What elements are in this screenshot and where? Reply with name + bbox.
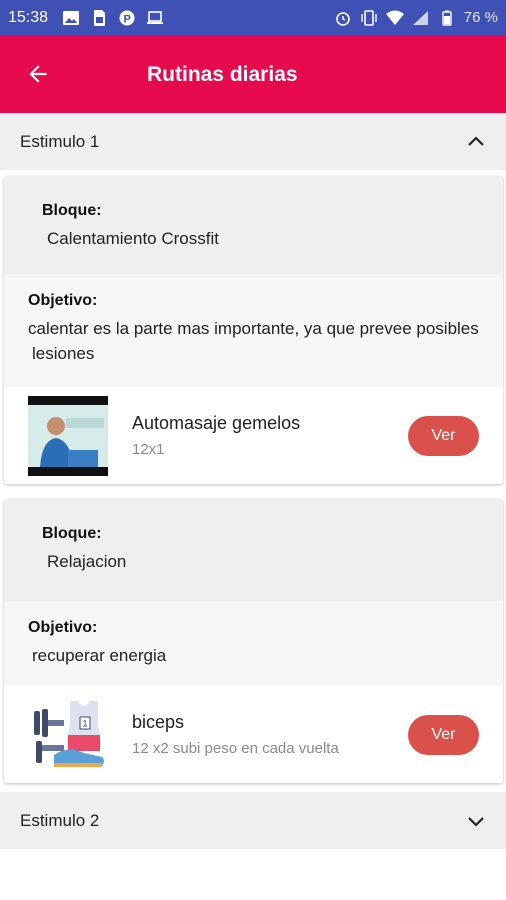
bloque-value: Calentamiento Crossfit: [47, 229, 219, 248]
status-time: 15:38: [8, 8, 49, 26]
image-icon: [62, 10, 80, 26]
arrow-back-icon: [29, 65, 47, 83]
bloque-label: Bloque:: [42, 525, 102, 542]
exercise-thumbnail: [28, 395, 108, 476]
exercise-row[interactable]: Automasaje gemelos 12x1 Ver: [4, 387, 503, 484]
exercise-thumbnail: 1: [28, 694, 108, 775]
sim-card-icon: [90, 9, 108, 26]
block-card: Bloque: Calentamiento Crossfit Objetivo:…: [4, 176, 503, 484]
exercise-name: biceps: [132, 712, 185, 732]
signal-icon: [412, 10, 430, 26]
bloque-section: Bloque: Calentamiento Crossfit: [4, 176, 503, 274]
block-card: Bloque: Relajacion Objetivo: recuperar e…: [4, 499, 503, 783]
exercise-name: Automasaje gemelos: [132, 413, 301, 433]
ver-button[interactable]: Ver: [408, 714, 479, 755]
objetivo-value: calentar es la parte mas importante, ya …: [28, 319, 479, 363]
section-header-estimulo-1[interactable]: Estimulo 1: [0, 113, 506, 170]
bloque-section: Bloque: Relajacion: [4, 499, 503, 601]
chevron-up-icon: [466, 132, 486, 152]
bloque-value: Relajacion: [47, 552, 127, 571]
parking-icon: P: [118, 10, 136, 26]
section-title: Estimulo 2: [20, 810, 100, 830]
exercise-detail: 12 x2 subi peso en cada vuelta: [132, 740, 339, 757]
status-bar: 15:38 P 76 %: [0, 0, 506, 35]
vibrate-icon: [360, 9, 378, 26]
section-title: Estimulo 1: [20, 131, 100, 151]
ver-button[interactable]: Ver: [408, 415, 479, 456]
chevron-down-icon: [466, 811, 486, 831]
exercise-row[interactable]: 1 biceps 12 x2 subi peso en cada vuelta …: [4, 686, 503, 783]
objetivo-label: Objetivo:: [28, 619, 98, 636]
objetivo-section: Objetivo: calentar es la parte mas impor…: [4, 274, 503, 387]
page-title: Rutinas diarias: [147, 63, 298, 86]
svg-text:P: P: [124, 13, 131, 25]
battery-icon: [438, 10, 456, 26]
objetivo-value: recuperar energia: [32, 646, 167, 665]
exercise-detail: 12x1: [132, 441, 165, 458]
alarm-icon: [334, 10, 352, 26]
laptop-icon: [146, 10, 164, 26]
battery-percent: 76 %: [463, 9, 498, 26]
app-bar: Rutinas diarias: [0, 35, 506, 113]
section-header-estimulo-2[interactable]: Estimulo 2: [0, 792, 506, 849]
svg-text:1: 1: [83, 718, 88, 728]
back-button[interactable]: [0, 35, 76, 113]
bloque-label: Bloque:: [42, 202, 102, 219]
wifi-icon: [385, 10, 404, 26]
objetivo-section: Objetivo: recuperar energia: [4, 601, 503, 686]
objetivo-label: Objetivo:: [28, 292, 98, 309]
